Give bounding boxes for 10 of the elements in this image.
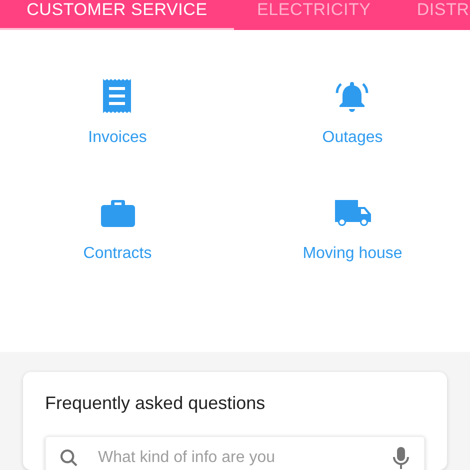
- shortcut-button[interactable]: Invoices: [82, 70, 153, 186]
- search-icon: [59, 448, 79, 468]
- search-field[interactable]: What kind of info are you: [45, 436, 425, 470]
- tab[interactable]: DISTR: [394, 0, 470, 30]
- microphone-icon[interactable]: [391, 446, 411, 470]
- shortcut-button[interactable]: Outages: [316, 70, 389, 186]
- shortcut-button[interactable]: Moving house: [296, 186, 408, 302]
- shortcut-button[interactable]: Contracts: [77, 186, 158, 302]
- tab[interactable]: ELECTRICITY: [234, 0, 394, 30]
- faq-title: Frequently asked questions: [45, 392, 266, 414]
